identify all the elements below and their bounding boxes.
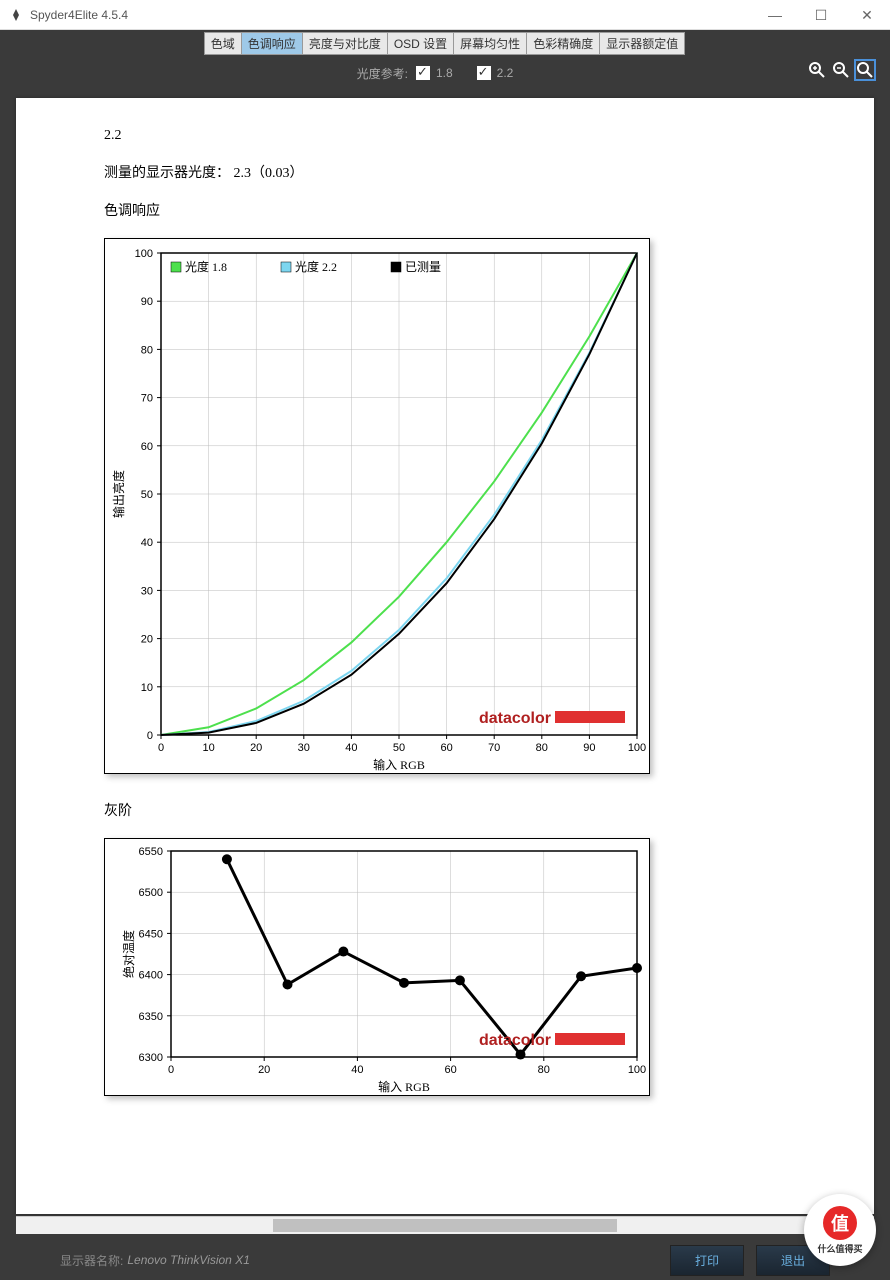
zoom-fit-button[interactable] <box>854 59 876 81</box>
scrollbar-thumb[interactable] <box>273 1219 616 1232</box>
measured-gamma-line: 测量的显示器光度： 2.3（0.03） <box>104 162 874 182</box>
svg-text:0: 0 <box>158 742 164 754</box>
checkbox-gamma-2-2[interactable] <box>477 66 491 80</box>
svg-text:80: 80 <box>141 344 153 356</box>
svg-text:40: 40 <box>351 1064 363 1076</box>
svg-text:绝对温度: 绝对温度 <box>121 930 136 978</box>
svg-text:0: 0 <box>147 730 153 742</box>
svg-text:datacolor: datacolor <box>479 1032 551 1049</box>
svg-text:已测量: 已测量 <box>405 260 441 274</box>
tab-gamut[interactable]: 色域 <box>204 32 242 55</box>
section-tone-response-title: 色调响应 <box>104 200 874 220</box>
svg-text:6550: 6550 <box>139 846 163 858</box>
grayscale-chart: 0 20 40 60 80 100 6300 6350 6400 6450 6500 6550 输入 R… <box>104 838 650 1096</box>
print-button[interactable]: 打印 <box>670 1245 744 1276</box>
report-page: 2.2 测量的显示器光度： 2.3（0.03） 色调响应 0 10 20 30 40 50… <box>16 98 874 1096</box>
tone-response-chart: 0 10 20 30 40 50 60 70 80 90 100 0 10 20 30 40 50 60 70 80 9… <box>104 238 650 774</box>
minimize-button[interactable]: — <box>752 0 798 30</box>
svg-text:80: 80 <box>538 1064 550 1076</box>
monitor-label: 显示器名称: <box>60 1252 123 1269</box>
svg-text:6300: 6300 <box>139 1052 163 1064</box>
gamma-1-8-value: 1.8 <box>436 66 453 80</box>
tab-monitor-rating[interactable]: 显示器额定值 <box>599 32 685 55</box>
svg-text:40: 40 <box>345 742 357 754</box>
svg-text:60: 60 <box>444 1064 456 1076</box>
svg-text:90: 90 <box>141 296 153 308</box>
svg-text:光度 1.8: 光度 1.8 <box>185 259 227 274</box>
checkbox-gamma-1-8[interactable] <box>416 66 430 80</box>
window-titlebar: Spyder4Elite 4.5.4 — ☐ ✕ <box>0 0 890 30</box>
svg-text:10: 10 <box>141 682 153 694</box>
tab-uniformity[interactable]: 屏幕均匀性 <box>453 32 527 55</box>
tab-brightness-contrast[interactable]: 亮度与对比度 <box>302 32 388 55</box>
horizontal-scrollbar[interactable] <box>16 1216 874 1234</box>
svg-text:6400: 6400 <box>139 970 163 982</box>
window-title: Spyder4Elite 4.5.4 <box>30 8 128 22</box>
svg-text:20: 20 <box>141 634 153 646</box>
svg-text:50: 50 <box>393 742 405 754</box>
close-button[interactable]: ✕ <box>844 0 890 30</box>
tab-color-accuracy[interactable]: 色彩精确度 <box>526 32 600 55</box>
svg-text:100: 100 <box>135 248 153 260</box>
svg-text:datacolor: datacolor <box>479 710 551 727</box>
svg-text:20: 20 <box>258 1064 270 1076</box>
svg-text:60: 60 <box>440 742 452 754</box>
svg-text:60: 60 <box>141 441 153 453</box>
section-grayscale-title: 灰阶 <box>104 800 874 820</box>
svg-text:输出亮度: 输出亮度 <box>111 470 126 518</box>
tab-osd-settings[interactable]: OSD 设置 <box>387 32 454 55</box>
content-area: 2.2 测量的显示器光度： 2.3（0.03） 色调响应 0 10 20 30 40 50… <box>16 98 874 1214</box>
svg-text:50: 50 <box>141 489 153 501</box>
gamma-2-2-value: 2.2 <box>497 66 514 80</box>
svg-text:输入 RGB: 输入 RGB <box>373 757 425 772</box>
smzdm-watermark: 值 什么值得买 <box>804 1194 876 1266</box>
svg-text:70: 70 <box>488 742 500 754</box>
smzdm-text: 什么值得买 <box>817 1242 862 1255</box>
svg-text:0: 0 <box>168 1064 174 1076</box>
tab-tone-response[interactable]: 色调响应 <box>241 32 303 55</box>
footer: 显示器名称: Lenovo ThinkVision X1 打印 退出 <box>0 1240 890 1280</box>
svg-text:30: 30 <box>298 742 310 754</box>
svg-text:光度 2.2: 光度 2.2 <box>295 259 337 274</box>
monitor-name: Lenovo ThinkVision X1 <box>127 1253 250 1267</box>
svg-text:20: 20 <box>250 742 262 754</box>
svg-text:输入 RGB: 输入 RGB <box>378 1079 430 1094</box>
svg-text:30: 30 <box>141 585 153 597</box>
zoom-out-button[interactable] <box>830 59 852 81</box>
svg-text:6450: 6450 <box>139 928 163 940</box>
gamma-ref-label: 光度参考: <box>357 65 408 82</box>
svg-text:100: 100 <box>628 1064 646 1076</box>
svg-text:90: 90 <box>583 742 595 754</box>
maximize-button[interactable]: ☐ <box>798 0 844 30</box>
svg-text:10: 10 <box>202 742 214 754</box>
toolbar: 光度参考: 1.8 2.2 <box>0 59 890 87</box>
svg-text:6350: 6350 <box>139 1011 163 1023</box>
svg-text:100: 100 <box>628 742 646 754</box>
svg-text:80: 80 <box>536 742 548 754</box>
smzdm-icon: 值 <box>823 1206 857 1240</box>
app-body: 色域 色调响应 亮度与对比度 OSD 设置 屏幕均匀性 色彩精确度 显示器额定值… <box>0 30 890 1280</box>
svg-text:6500: 6500 <box>139 887 163 899</box>
svg-text:70: 70 <box>141 393 153 405</box>
tabs-row: 色域 色调响应 亮度与对比度 OSD 设置 屏幕均匀性 色彩精确度 显示器额定值 <box>0 30 890 55</box>
zoom-in-button[interactable] <box>806 59 828 81</box>
svg-text:40: 40 <box>141 537 153 549</box>
app-icon <box>8 7 24 23</box>
heading-gamma: 2.2 <box>104 128 874 144</box>
